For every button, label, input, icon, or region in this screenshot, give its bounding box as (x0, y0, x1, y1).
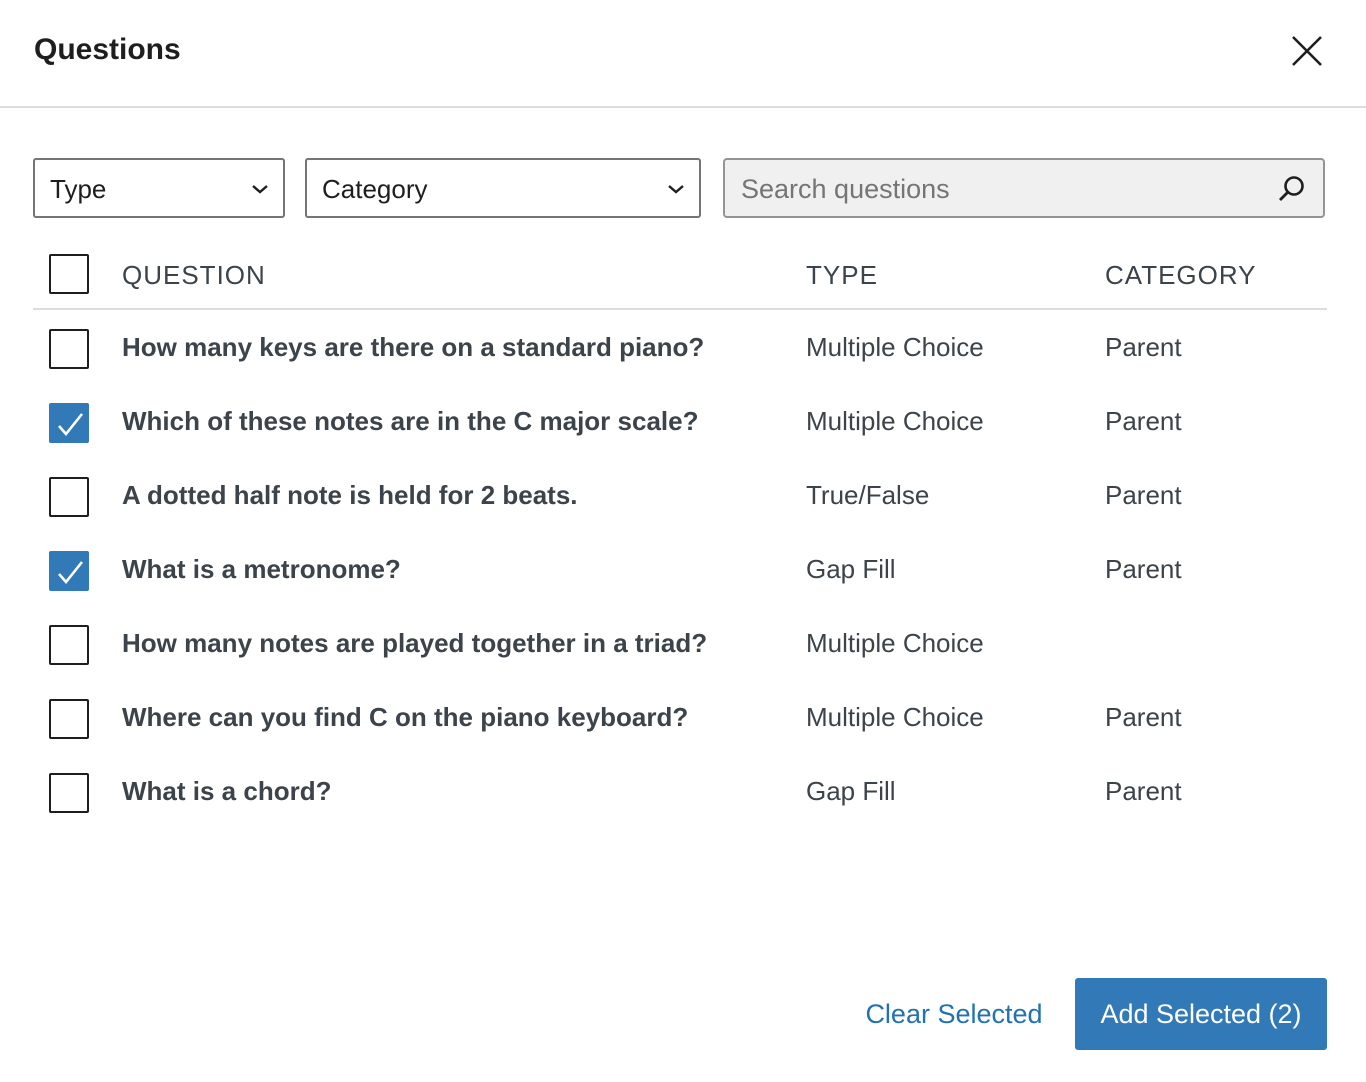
checkmark-icon (58, 561, 84, 585)
table-body: How many keys are there on a standard pi… (33, 310, 1327, 828)
close-button[interactable] (1284, 28, 1330, 74)
row-checkbox[interactable] (49, 329, 89, 369)
question-type: Multiple Choice (806, 628, 984, 658)
question-type: True/False (806, 480, 930, 510)
question-text: A dotted half note is held for 2 beats. (122, 480, 578, 510)
row-checkbox[interactable] (49, 551, 89, 591)
category-filter-select[interactable]: Category (305, 158, 701, 218)
question-category: Parent (1105, 480, 1182, 510)
row-checkbox[interactable] (49, 625, 89, 665)
question-category: Parent (1105, 406, 1182, 436)
question-category: Parent (1105, 702, 1182, 732)
clear-selected-button[interactable]: Clear Selected (850, 978, 1058, 1050)
close-icon (1292, 36, 1322, 66)
filter-bar: Type Category (0, 158, 1366, 218)
table-row[interactable]: Which of these notes are in the C major … (33, 384, 1327, 458)
type-filter-select[interactable]: Type (33, 158, 285, 218)
search-box (723, 158, 1325, 218)
column-header-category: CATEGORY (1105, 260, 1257, 290)
table-header: QUESTION TYPE CATEGORY (33, 240, 1327, 310)
question-text: Which of these notes are in the C major … (122, 406, 699, 436)
table-row[interactable]: Where can you find C on the piano keyboa… (33, 680, 1327, 754)
add-selected-button[interactable]: Add Selected (2) (1075, 978, 1327, 1050)
row-checkbox[interactable] (49, 477, 89, 517)
column-header-type: TYPE (806, 260, 878, 290)
table-row[interactable]: What is a metronome? Gap Fill Parent (33, 532, 1327, 606)
question-type: Multiple Choice (806, 406, 984, 436)
question-type: Gap Fill (806, 776, 896, 806)
question-category: Parent (1105, 554, 1182, 584)
type-filter-label: Type (50, 174, 107, 204)
table-row[interactable]: How many notes are played together in a … (33, 606, 1327, 680)
modal-footer: Clear Selected Add Selected (2) (0, 978, 1366, 1050)
table-row[interactable]: What is a chord? Gap Fill Parent (33, 754, 1327, 828)
category-filter-label: Category (322, 174, 428, 204)
modal-title: Questions (34, 33, 181, 66)
question-type: Multiple Choice (806, 332, 984, 362)
question-text: Where can you find C on the piano keyboa… (122, 702, 689, 732)
question-text: What is a chord? (122, 776, 332, 806)
question-type: Gap Fill (806, 554, 896, 584)
select-all-checkbox[interactable] (49, 254, 89, 294)
row-checkbox[interactable] (49, 773, 89, 813)
chevron-down-icon (668, 185, 684, 194)
questions-modal: Questions Type Category Search questions… (0, 0, 1366, 1082)
question-category: Parent (1105, 332, 1182, 362)
table-row[interactable]: How many keys are there on a standard pi… (33, 310, 1327, 384)
row-checkbox[interactable] (49, 699, 89, 739)
search-icon[interactable] (1277, 174, 1307, 204)
question-type: Multiple Choice (806, 702, 984, 732)
question-text: What is a metronome? (122, 554, 401, 584)
chevron-down-icon (252, 185, 268, 194)
question-category: Parent (1105, 776, 1182, 806)
questions-table: QUESTION TYPE CATEGORY How many keys are… (33, 240, 1327, 828)
row-checkbox[interactable] (49, 403, 89, 443)
table-row[interactable]: A dotted half note is held for 2 beats. T… (33, 458, 1327, 532)
question-text: How many keys are there on a standard pi… (122, 332, 705, 362)
search-input[interactable] (741, 170, 1261, 208)
checkmark-icon (58, 413, 84, 437)
question-text: How many notes are played together in a … (122, 628, 708, 658)
column-header-question: QUESTION (122, 260, 266, 290)
modal-header: Questions (0, 0, 1366, 108)
